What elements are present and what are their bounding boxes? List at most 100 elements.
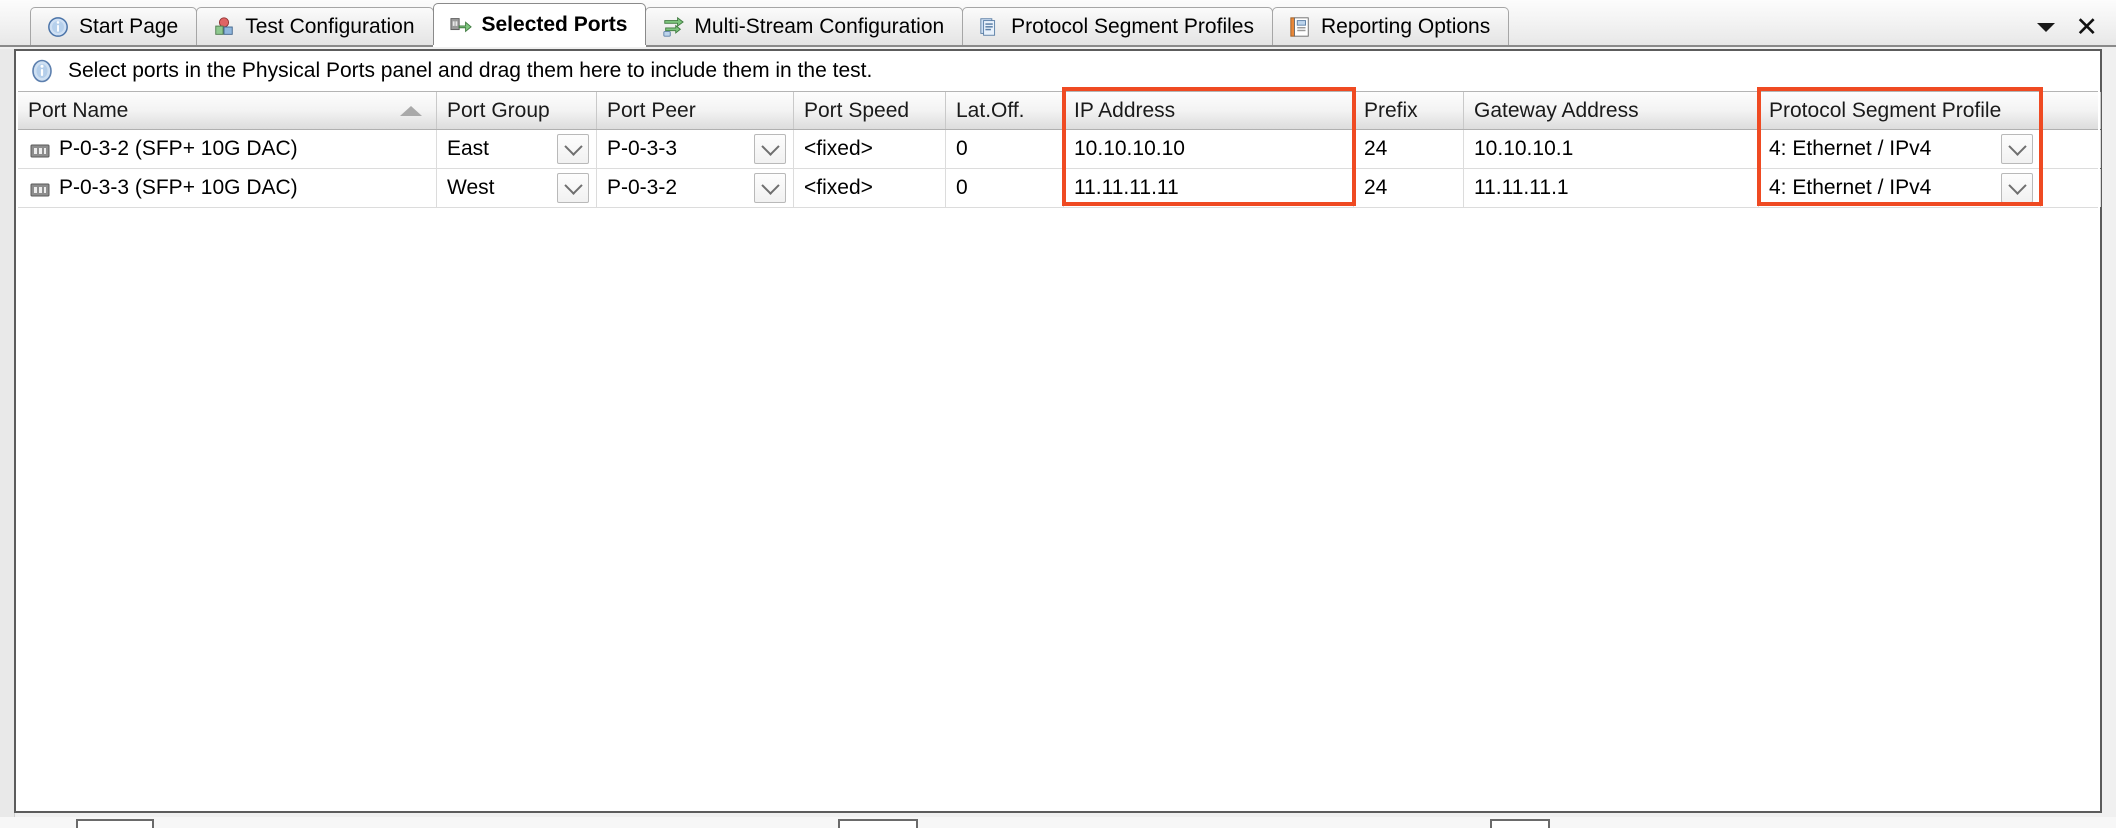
cell-port_group[interactable]: East (437, 130, 597, 168)
cell-text: P-0-3-3 (607, 137, 678, 160)
cell-prefix[interactable]: 24 (1354, 130, 1464, 168)
grid-body: P-0-3-2 (SFP+ 10G DAC) East P-0-3-3 <fixed>… (18, 130, 2101, 208)
column-header-port_speed[interactable]: Port Speed (794, 92, 946, 129)
cell-gateway_address[interactable]: 11.11.11.1 (1464, 169, 1759, 207)
cell-text: P-0-3-3 (SFP+ 10G DAC) (59, 176, 298, 199)
cell-spacer[interactable] (2041, 169, 2101, 207)
cell-port_group[interactable]: West (437, 169, 597, 207)
grid-header-row: Port Name Port Group Port Peer Port Speed La… (18, 92, 2101, 130)
tab-label: Protocol Segment Profiles (1011, 15, 1254, 38)
cell-text: 10.10.10.10 (1074, 137, 1185, 160)
column-header-ip_address[interactable]: IP Address (1064, 92, 1354, 129)
chevron-down-icon[interactable] (2001, 134, 2033, 164)
column-header-label: Port Peer (607, 98, 696, 122)
tab-selected-ports[interactable]: Selected Ports (432, 3, 647, 45)
column-header-port_group[interactable]: Port Group (437, 92, 597, 129)
cell-text: West (447, 176, 495, 199)
cell-spacer[interactable] (2041, 130, 2101, 168)
cell-text: East (447, 137, 490, 160)
port-module-icon (30, 141, 50, 158)
column-header-label: Gateway Address (1474, 98, 1639, 122)
column-header-label: Lat.Off. (956, 98, 1025, 122)
column-header-label: Prefix (1364, 98, 1418, 122)
sort-ascending-icon[interactable] (400, 105, 422, 116)
selected-ports-icon (449, 14, 472, 36)
tab-label: Selected Ports (481, 13, 628, 36)
chevron-down-icon[interactable] (2037, 22, 2056, 32)
cell-text: 24 (1364, 176, 1388, 199)
cell-port_name[interactable]: P-0-3-3 (SFP+ 10G DAC) (18, 169, 437, 207)
cell-text: 0 (956, 137, 968, 160)
ports-grid: Port Name Port Group Port Peer Port Speed La… (18, 91, 2101, 778)
cell-port_peer[interactable]: P-0-3-2 (597, 169, 794, 207)
column-header-gateway_address[interactable]: Gateway Address (1464, 92, 1759, 129)
column-header-lat_off[interactable]: Lat.Off. (946, 92, 1064, 129)
cell-prefix[interactable]: 24 (1354, 169, 1464, 207)
bottom-checkbox-1[interactable] (76, 819, 154, 828)
cell-text: P-0-3-2 (SFP+ 10G DAC) (59, 137, 298, 160)
cell-text: 10.10.10.1 (1474, 137, 1574, 160)
cell-ip_address[interactable]: 10.10.10.10 (1064, 130, 1354, 168)
table-row[interactable]: P-0-3-3 (SFP+ 10G DAC) West P-0-3-2 <fixed>… (18, 169, 2101, 208)
cell-text: 0 (956, 176, 968, 199)
cell-port_name[interactable]: P-0-3-2 (SFP+ 10G DAC) (18, 130, 437, 168)
cell-text: P-0-3-2 (607, 176, 678, 199)
grid-empty-area[interactable] (18, 208, 2098, 778)
info-circle-icon (47, 16, 69, 38)
tab-label: Test Configuration (245, 15, 415, 38)
column-header-label: Port Speed (804, 98, 910, 122)
cell-text: 24 (1364, 137, 1388, 160)
info-icon (30, 59, 54, 83)
tab-protocol-segment-profiles[interactable]: Protocol Segment Profiles (962, 7, 1273, 45)
info-bar: Select ports in the Physical Ports panel… (16, 51, 2100, 91)
tab-multi-stream-configuration[interactable]: Multi-Stream Configuration (645, 7, 964, 45)
tab-test-configuration[interactable]: Test Configuration (196, 7, 434, 45)
cell-text: <fixed> (804, 137, 873, 160)
tab-start-page[interactable]: Start Page (30, 7, 198, 45)
cell-text: 11.11.11.1 (1474, 176, 1569, 199)
cell-lat_off[interactable]: 0 (946, 169, 1064, 207)
table-row[interactable]: P-0-3-2 (SFP+ 10G DAC) East P-0-3-3 <fixed>… (18, 130, 2101, 169)
cell-port_peer[interactable]: P-0-3-3 (597, 130, 794, 168)
selected-ports-panel: Select ports in the Physical Ports panel… (14, 49, 2102, 813)
cell-text: 4: Ethernet / IPv4 (1769, 176, 1932, 199)
tab-label: Reporting Options (1320, 15, 1491, 38)
cell-protocol_segment_profile[interactable]: 4: Ethernet / IPv4 (1759, 130, 2041, 168)
column-header-label: Port Group (447, 98, 550, 122)
info-text: Select ports in the Physical Ports panel… (68, 59, 873, 82)
column-header-port_peer[interactable]: Port Peer (597, 92, 794, 129)
reporting-options-icon (1289, 16, 1311, 38)
test-config-icon (213, 16, 235, 38)
cell-ip_address[interactable]: 11.11.11.11 (1064, 169, 1354, 207)
tab-strip-controls: ✕ (2037, 14, 2116, 45)
column-header-port_name[interactable]: Port Name (18, 92, 437, 129)
bottom-checkbox-2[interactable] (838, 819, 918, 828)
column-header-protocol_segment_profile[interactable]: Protocol Segment Profile (1759, 92, 2041, 129)
chevron-down-icon[interactable] (557, 134, 589, 164)
bottom-checkbox-3[interactable] (1490, 819, 1550, 828)
cell-text: 11.11.11.11 (1074, 176, 1179, 199)
protocol-segment-icon (979, 16, 1001, 38)
multi-stream-icon (662, 16, 685, 38)
cell-text: 4: Ethernet / IPv4 (1769, 137, 1932, 160)
tab-reporting-options[interactable]: Reporting Options (1271, 7, 1510, 45)
tab-label: Start Page (79, 15, 179, 38)
column-header-prefix[interactable]: Prefix (1354, 92, 1464, 129)
cell-port_speed[interactable]: <fixed> (794, 169, 946, 207)
chevron-down-icon[interactable] (754, 134, 786, 164)
cell-lat_off[interactable]: 0 (946, 130, 1064, 168)
chevron-down-icon[interactable] (557, 173, 589, 203)
column-header-label: Protocol Segment Profile (1769, 98, 2002, 122)
close-icon[interactable]: ✕ (2075, 14, 2098, 41)
cell-text: <fixed> (804, 176, 873, 199)
left-rail (0, 49, 15, 828)
tab-strip: Start Page Test Configuration Selected Por… (0, 0, 2116, 47)
chevron-down-icon[interactable] (754, 173, 786, 203)
column-header-spacer[interactable] (2041, 92, 2101, 129)
chevron-down-icon[interactable] (2001, 173, 2033, 203)
cell-protocol_segment_profile[interactable]: 4: Ethernet / IPv4 (1759, 169, 2041, 207)
cell-gateway_address[interactable]: 10.10.10.1 (1464, 130, 1759, 168)
port-module-icon (30, 180, 50, 197)
bottom-toolbar-sliver (0, 817, 2116, 828)
cell-port_speed[interactable]: <fixed> (794, 130, 946, 168)
